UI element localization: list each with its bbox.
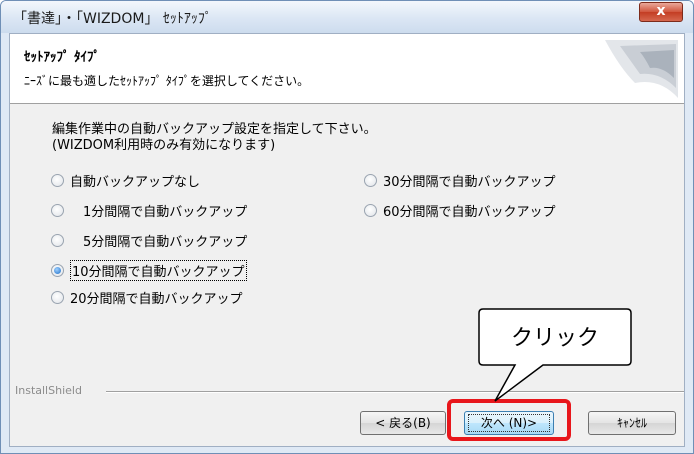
- radio-label: 60分間隔で自動バックアップ: [383, 205, 556, 220]
- radio-button-icon[interactable]: [51, 234, 64, 247]
- radio-label: 自動バックアップなし: [70, 175, 201, 190]
- title-bar[interactable]: 「書達」・「WIZDOM」 ｾｯﾄｱｯﾌﾟ x: [1, 1, 693, 33]
- radio-no-backup[interactable]: 自動バックアップなし: [51, 171, 200, 190]
- radio-label: 30分間隔で自動バックアップ: [383, 175, 556, 190]
- window-title: 「書達」・「WIZDOM」 ｾｯﾄｱｯﾌﾟ: [13, 11, 212, 27]
- cancel-button[interactable]: ｷｬﾝｾﾙ: [588, 411, 676, 435]
- radio-button-icon[interactable]: [51, 204, 64, 217]
- radio-button-icon[interactable]: [364, 204, 377, 217]
- instructions-text: 編集作業中の自動バックアップ設定を指定して下さい。 (WIZDOM利用時のみ有効…: [52, 122, 377, 154]
- radio-10min-backup[interactable]: 10分間隔で自動バックアップ: [51, 260, 247, 281]
- callout-text: クリック: [511, 325, 599, 350]
- radio-20min-backup[interactable]: 20分間隔で自動バックアップ: [51, 288, 243, 307]
- radio-5min-backup[interactable]: 5分間隔で自動バックアップ: [51, 231, 247, 250]
- radio-60min-backup[interactable]: 60分間隔で自動バックアップ: [364, 201, 556, 220]
- radio-label: 10分間隔で自動バックアップ: [70, 260, 247, 281]
- click-callout: クリック: [478, 308, 632, 402]
- wizard-header: ｾｯﾄｱｯﾌﾟ ﾀｲﾌﾟ ﾆｰｽﾞに最も適したｾｯﾄｱｯﾌﾟ ﾀｲﾌﾟを選択して…: [10, 34, 684, 104]
- radio-label: 20分間隔で自動バックアップ: [70, 292, 243, 307]
- radio-button-icon[interactable]: [364, 174, 377, 187]
- radio-label: 5分間隔で自動バックアップ: [70, 235, 248, 250]
- instruction-line: 編集作業中の自動バックアップ設定を指定して下さい。: [52, 122, 377, 137]
- instruction-line: (WIZDOM利用時のみ有効になります): [52, 138, 276, 153]
- radio-30min-backup[interactable]: 30分間隔で自動バックアップ: [364, 171, 556, 190]
- radio-button-icon[interactable]: [51, 174, 64, 187]
- back-button[interactable]: < 戻る(B): [360, 411, 446, 435]
- close-icon: x: [656, 3, 666, 19]
- page-subtitle: ﾆｰｽﾞに最も適したｾｯﾄｱｯﾌﾟ ﾀｲﾌﾟを選択してください。: [24, 74, 310, 88]
- setup-window: 「書達」・「WIZDOM」 ｾｯﾄｱｯﾌﾟ x ｾｯﾄｱｯﾌﾟ ﾀｲﾌﾟ ﾆｰｽ…: [0, 0, 694, 454]
- installer-graphic-icon: [605, 40, 678, 98]
- radio-label: 1分間隔で自動バックアップ: [70, 205, 248, 220]
- page-title: ｾｯﾄｱｯﾌﾟ ﾀｲﾌﾟ: [24, 50, 101, 65]
- radio-1min-backup[interactable]: 1分間隔で自動バックアップ: [51, 201, 247, 220]
- radio-button-icon[interactable]: [51, 291, 64, 304]
- close-button[interactable]: x: [639, 2, 683, 22]
- radio-button-selected-icon[interactable]: [51, 264, 64, 277]
- installshield-brand: InstallShield: [15, 384, 82, 397]
